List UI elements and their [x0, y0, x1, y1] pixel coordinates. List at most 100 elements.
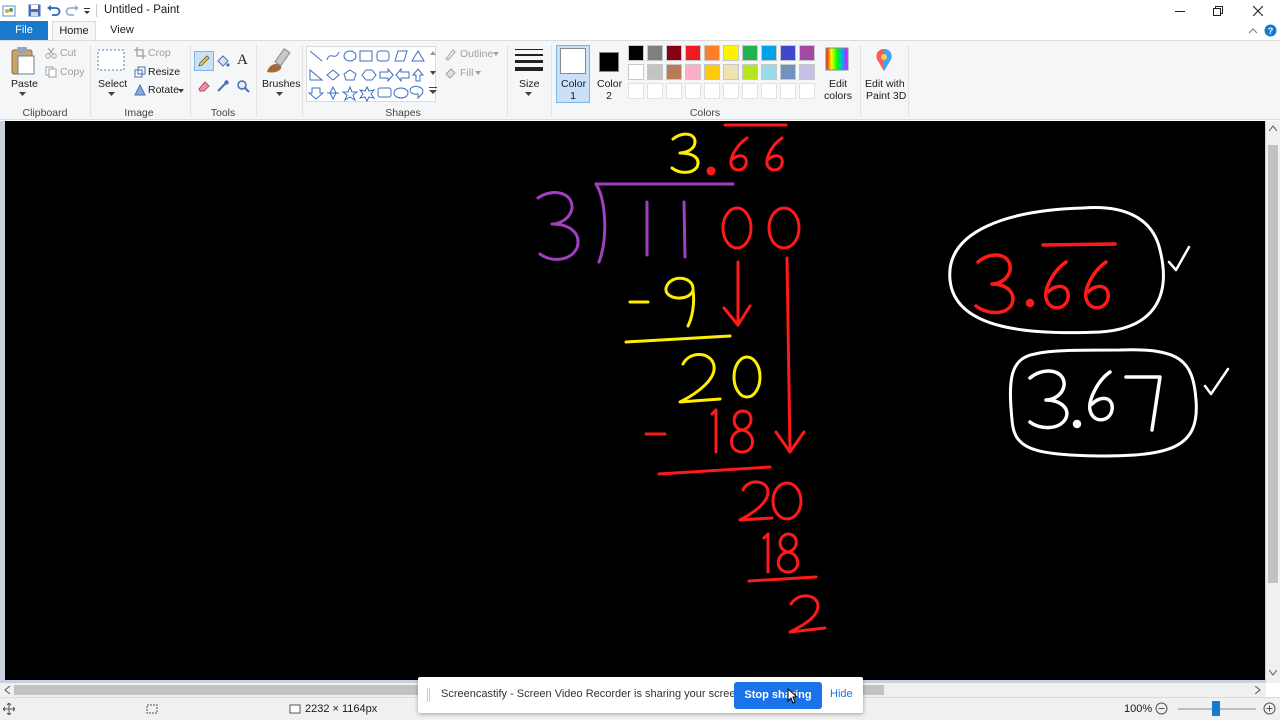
palette-swatch[interactable] — [704, 64, 720, 80]
palette-empty-slot[interactable] — [647, 83, 663, 99]
close-button[interactable] — [1238, 0, 1278, 21]
cut-button[interactable]: Cut — [60, 47, 76, 59]
palette-swatch[interactable] — [799, 45, 815, 61]
shapes-scroll-down-icon[interactable] — [430, 71, 436, 75]
restore-button[interactable] — [1198, 0, 1238, 21]
drawing-canvas[interactable] — [5, 121, 1265, 680]
scroll-right-icon[interactable] — [1255, 686, 1261, 694]
size-button[interactable]: Size — [519, 78, 539, 90]
palette-swatch[interactable] — [742, 45, 758, 61]
text-tool-icon[interactable]: A — [237, 52, 248, 69]
size-icon[interactable] — [514, 47, 544, 73]
palette-swatch[interactable] — [666, 64, 682, 80]
brushes-button[interactable]: Brushes — [262, 78, 301, 90]
mouse-cursor-icon — [787, 688, 798, 704]
eraser-icon[interactable] — [197, 79, 211, 93]
select-button[interactable]: Select — [98, 78, 127, 90]
edit-colors-line1[interactable]: Edit — [829, 78, 847, 90]
brushes-icon[interactable] — [263, 46, 295, 76]
copy-icon[interactable] — [45, 66, 57, 78]
crop-button[interactable]: Crop — [148, 47, 171, 59]
palette-swatch[interactable] — [780, 45, 796, 61]
palette-swatch[interactable] — [685, 64, 701, 80]
minimize-button[interactable] — [1160, 0, 1200, 21]
palette-empty-slot[interactable] — [761, 83, 777, 99]
palette-swatch[interactable] — [647, 64, 663, 80]
scroll-down-icon[interactable] — [1269, 670, 1277, 676]
zoom-in-icon[interactable] — [1263, 702, 1276, 715]
palette-empty-slot[interactable] — [723, 83, 739, 99]
palette-swatch[interactable] — [628, 64, 644, 80]
stop-sharing-button[interactable]: Stop sharing — [734, 682, 822, 709]
scroll-up-icon[interactable] — [1269, 125, 1277, 131]
edit-paint3d-line1[interactable]: Edit with — [865, 78, 905, 90]
edit-paint3d-line2[interactable]: Paint 3D — [866, 90, 906, 102]
palette-swatch[interactable] — [704, 45, 720, 61]
palette-swatch[interactable] — [723, 45, 739, 61]
customize-quick-access-icon[interactable] — [82, 3, 92, 18]
hide-button[interactable]: Hide — [830, 688, 853, 700]
magnifier-icon[interactable] — [236, 79, 250, 93]
tab-home[interactable]: Home — [52, 21, 96, 40]
shapes-scroll-up-icon[interactable] — [430, 51, 436, 55]
rotate-dropdown-icon[interactable] — [178, 89, 184, 93]
edit-colors-icon[interactable] — [825, 47, 849, 71]
color-picker-icon[interactable] — [216, 79, 230, 93]
palette-swatch[interactable] — [628, 45, 644, 61]
palette-swatch[interactable] — [647, 45, 663, 61]
outline-icon[interactable] — [444, 48, 457, 61]
paste-dropdown-icon[interactable] — [19, 92, 26, 96]
drag-handle-icon[interactable] — [427, 688, 430, 702]
vertical-scrollbar[interactable] — [1266, 121, 1280, 683]
fill-dropdown-icon[interactable] — [475, 71, 481, 75]
shapes-more-icon[interactable] — [429, 87, 437, 95]
select-icon[interactable] — [97, 47, 125, 73]
palette-swatch[interactable] — [761, 45, 777, 61]
copy-button[interactable]: Copy — [60, 66, 85, 78]
crop-icon[interactable] — [134, 47, 146, 59]
tab-file[interactable]: File — [0, 21, 48, 40]
help-icon[interactable]: ? — [1264, 24, 1277, 37]
fill-icon[interactable] — [444, 67, 457, 80]
rotate-button[interactable]: Rotate — [148, 84, 179, 96]
fill-bucket-icon[interactable] — [216, 54, 230, 68]
zoom-out-icon[interactable] — [1155, 702, 1168, 715]
palette-empty-slot[interactable] — [685, 83, 701, 99]
paste-button[interactable]: Paste — [11, 78, 38, 90]
outline-dropdown-icon[interactable] — [493, 52, 499, 56]
palette-empty-slot[interactable] — [799, 83, 815, 99]
palette-empty-slot[interactable] — [742, 83, 758, 99]
select-dropdown-icon[interactable] — [108, 92, 115, 96]
palette-empty-slot[interactable] — [780, 83, 796, 99]
palette-swatch[interactable] — [780, 64, 796, 80]
palette-empty-slot[interactable] — [666, 83, 682, 99]
paint-3d-icon[interactable] — [872, 47, 896, 73]
palette-empty-slot[interactable] — [704, 83, 720, 99]
save-icon[interactable] — [27, 3, 42, 18]
palette-swatch[interactable] — [685, 45, 701, 61]
zoom-slider-thumb[interactable] — [1212, 701, 1220, 716]
collapse-ribbon-icon[interactable] — [1248, 27, 1258, 34]
resize-icon[interactable] — [134, 66, 146, 78]
palette-swatch[interactable] — [742, 64, 758, 80]
palette-swatch[interactable] — [723, 64, 739, 80]
tab-view[interactable]: View — [102, 21, 142, 40]
vertical-scroll-thumb[interactable] — [1268, 145, 1278, 583]
undo-icon[interactable] — [46, 3, 61, 18]
size-dropdown-icon[interactable] — [525, 92, 532, 96]
fill-button[interactable]: Fill — [460, 67, 473, 79]
redo-icon[interactable] — [65, 3, 80, 18]
paste-icon[interactable] — [10, 46, 36, 76]
brushes-dropdown-icon[interactable] — [276, 92, 283, 96]
dividend-zeros[interactable] — [721, 206, 801, 250]
palette-swatch[interactable] — [666, 45, 682, 61]
palette-empty-slot[interactable] — [628, 83, 644, 99]
palette-swatch[interactable] — [761, 64, 777, 80]
edit-colors-line2[interactable]: colors — [824, 90, 852, 102]
resize-button[interactable]: Resize — [148, 66, 180, 78]
scroll-left-icon[interactable] — [4, 686, 10, 694]
outline-button[interactable]: Outline — [460, 48, 493, 60]
rotate-icon[interactable] — [134, 84, 146, 96]
palette-swatch[interactable] — [799, 64, 815, 80]
cut-icon[interactable] — [45, 47, 57, 59]
